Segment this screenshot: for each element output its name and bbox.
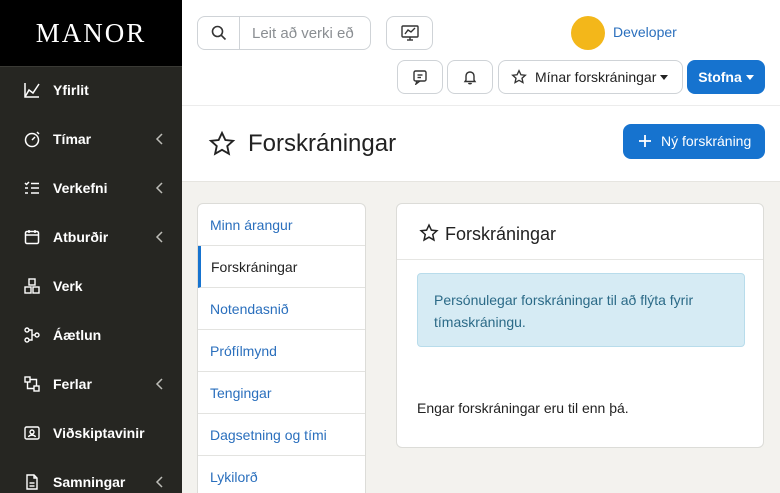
caret-down-icon — [745, 74, 754, 80]
info-alert: Persónulegar forskráningar til að flýta … — [417, 273, 745, 347]
star-icon — [419, 223, 439, 242]
chart-line-icon — [22, 80, 42, 100]
menu-item-presets[interactable]: Forskráningar — [198, 246, 365, 288]
sidebar-item-aaetlun[interactable]: Áætlun — [0, 313, 182, 357]
menu-item-connections[interactable]: Tengingar — [198, 372, 365, 414]
chevron-left-icon — [155, 378, 163, 390]
page-title: Forskráningar — [248, 130, 397, 157]
top-header: Developer Mínar forskráningar Stofna — [182, 0, 780, 105]
app-logo[interactable]: MANOR — [0, 0, 182, 67]
create-label: Stofna — [698, 69, 742, 85]
chevron-left-icon — [155, 133, 163, 145]
contact-card-icon — [22, 423, 42, 443]
plus-icon — [639, 135, 651, 147]
sidebar-item-verkefni[interactable]: Verkefni — [0, 166, 182, 210]
sidebar-item-atburdir[interactable]: Atburðir — [0, 215, 182, 259]
notifications-button[interactable] — [447, 60, 493, 94]
chevron-left-icon — [155, 231, 163, 243]
sidebar: MANOR Yfirlit Tímar Verkefni Atburðir Ve… — [0, 0, 182, 493]
sidebar-item-vidskiptavinir[interactable]: Viðskiptavinir — [0, 411, 182, 455]
menu-item-date-time[interactable]: Dagsetning og tími — [198, 414, 365, 456]
cubes-icon — [22, 276, 42, 296]
document-icon — [22, 472, 42, 492]
sidebar-item-samningar[interactable]: Samningar — [0, 460, 182, 493]
search-input[interactable] — [240, 17, 370, 49]
timer-icon — [22, 129, 42, 149]
search-box — [197, 16, 371, 50]
presets-card: Forskráningar Persónulegar forskráningar… — [396, 203, 764, 448]
settings-menu: Minn árangur Forskráningar Notendasnið P… — [197, 203, 366, 493]
chevron-left-icon — [155, 182, 163, 194]
menu-item-my-performance[interactable]: Minn árangur — [198, 204, 365, 246]
my-presets-dropdown[interactable]: Mínar forskráningar — [498, 60, 683, 94]
presentation-chart-icon — [400, 25, 419, 41]
star-icon — [511, 69, 527, 84]
sidebar-item-yfirlit[interactable]: Yfirlit — [0, 68, 182, 112]
quick-entry-button[interactable] — [386, 16, 433, 50]
caret-down-icon — [660, 74, 669, 80]
sidebar-item-label: Tímar — [53, 131, 92, 147]
avatar[interactable] — [571, 16, 605, 50]
sidebar-item-label: Ferlar — [53, 376, 92, 392]
create-dropdown-button[interactable]: Stofna — [687, 60, 765, 94]
empty-message: Engar forskráningar eru til enn þá. — [417, 400, 629, 416]
sidebar-item-label: Yfirlit — [53, 82, 89, 98]
my-presets-label: Mínar forskráningar — [535, 69, 657, 85]
workflow-icon — [22, 374, 42, 394]
menu-item-password[interactable]: Lykilorð — [198, 456, 365, 493]
user-name-link[interactable]: Developer — [613, 24, 677, 40]
sidebar-item-label: Verk — [53, 278, 83, 294]
sidebar-item-timar[interactable]: Tímar — [0, 117, 182, 161]
card-header: Forskráningar — [397, 204, 763, 260]
star-icon[interactable] — [208, 130, 236, 158]
sitemap-icon — [22, 325, 42, 345]
search-button[interactable] — [198, 17, 240, 49]
page-header: Forskráningar Ný forskráning — [182, 105, 780, 182]
card-title: Forskráningar — [445, 224, 557, 244]
new-preset-label: Ný forskráning — [661, 133, 752, 149]
messages-button[interactable] — [397, 60, 443, 94]
sidebar-item-ferlar[interactable]: Ferlar — [0, 362, 182, 406]
bell-icon — [463, 71, 477, 85]
chat-icon — [413, 70, 427, 85]
menu-item-profile-picture[interactable]: Prófílmynd — [198, 330, 365, 372]
new-preset-button[interactable]: Ný forskráning — [623, 124, 765, 159]
sidebar-item-label: Atburðir — [53, 229, 109, 245]
sidebar-item-label: Áætlun — [53, 327, 102, 343]
sidebar-item-label: Viðskiptavinir — [53, 425, 145, 441]
menu-item-user-profile[interactable]: Notendasnið — [198, 288, 365, 330]
calendar-icon — [22, 227, 42, 247]
task-list-icon — [22, 178, 42, 198]
sidebar-item-label: Verkefni — [53, 180, 108, 196]
chevron-left-icon — [155, 476, 163, 488]
sidebar-item-label: Samningar — [53, 474, 126, 490]
sidebar-item-verk[interactable]: Verk — [0, 264, 182, 308]
search-icon — [211, 25, 226, 41]
